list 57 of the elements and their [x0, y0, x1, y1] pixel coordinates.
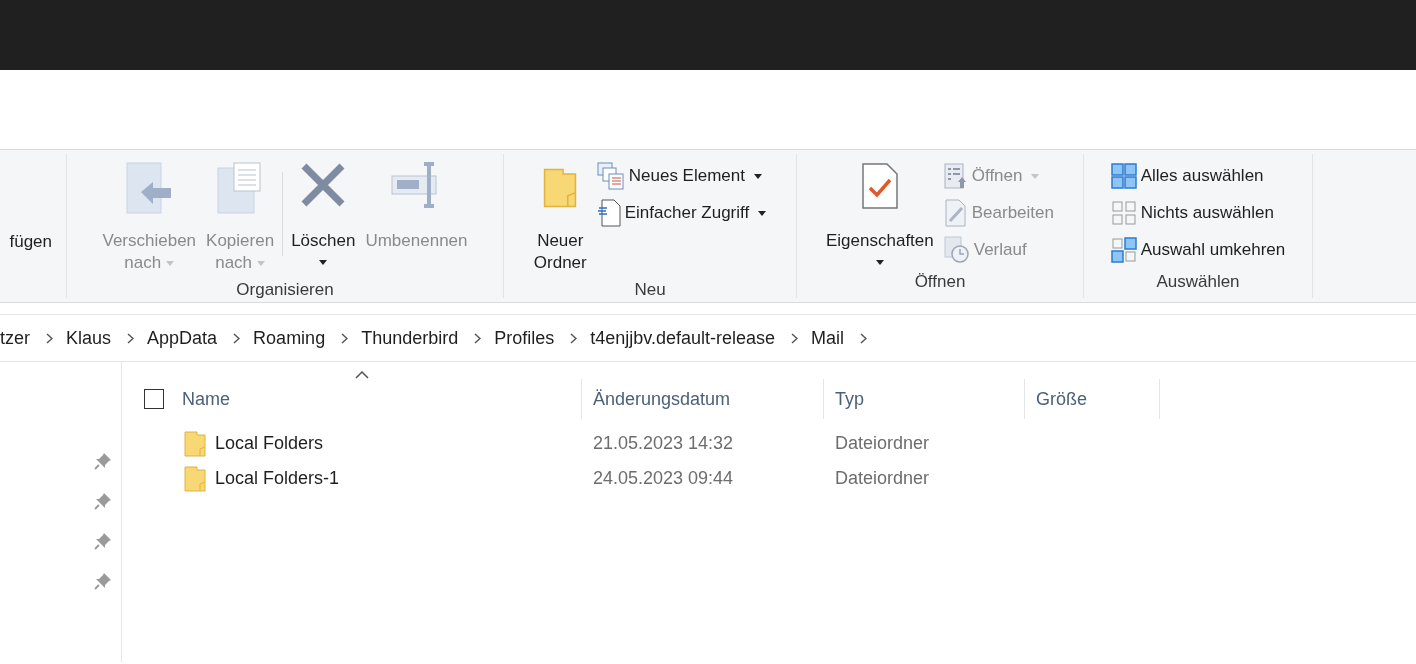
group-label: Öffnen	[913, 271, 967, 293]
column-header[interactable]: Größe	[1036, 388, 1087, 410]
folder-icon	[184, 465, 206, 492]
chevron-icon	[127, 332, 135, 344]
breadcrumb-item[interactable]: Profiles	[494, 327, 555, 349]
paste-button[interactable]: fügen	[7, 232, 54, 252]
column-header[interactable]: Name	[182, 388, 230, 410]
select-all-icon	[1110, 163, 1137, 189]
folder-icon	[184, 430, 206, 457]
page-arrow-icon	[125, 162, 174, 214]
chevron-icon	[341, 332, 349, 344]
select-none-icon	[1110, 200, 1137, 226]
column-header[interactable]: Änderungsdatum	[593, 388, 731, 410]
file-name[interactable]: Local Folders-1	[215, 468, 340, 489]
group-label: Neu	[633, 279, 667, 301]
breadcrumb-item[interactable]: Mail	[811, 327, 845, 349]
chevron-icon	[46, 332, 53, 344]
ribbon-button[interactable]: Neues Element	[594, 160, 769, 192]
file-type: Dateiordner	[835, 433, 930, 453]
file-type: Dateiordner	[835, 468, 930, 488]
select-all-checkbox[interactable]	[144, 389, 164, 409]
column-header[interactable]: Typ	[835, 388, 864, 410]
pin-icon	[94, 572, 112, 590]
invert-selection-icon	[1110, 237, 1137, 263]
checkmark-page-icon	[860, 162, 899, 210]
chevron-icon	[474, 332, 482, 344]
breadcrumb-item[interactable]: Thunderbird	[361, 327, 459, 349]
chevron-icon	[791, 332, 799, 344]
breadcrumb-item[interactable]: tzer	[0, 327, 30, 349]
clock-page-icon	[943, 236, 970, 264]
pencil-page-icon	[943, 199, 968, 227]
ribbon-button[interactable]: Neuer Ordner	[531, 158, 589, 274]
ribbon-button[interactable]: Auswahl umkehren	[1108, 234, 1288, 266]
pin-icon	[94, 492, 112, 510]
modified-date: 21.05.2023 14:32	[593, 433, 734, 453]
breadcrumb-item[interactable]: Roaming	[253, 327, 326, 349]
ribbon-button[interactable]: Löschen	[289, 158, 358, 265]
breadcrumb-item[interactable]: Klaus	[66, 327, 112, 349]
modified-date: 24.05.2023 09:44	[593, 468, 734, 488]
list-page-icon	[943, 163, 968, 189]
page-lines-icon	[596, 199, 621, 227]
breadcrumb-item[interactable]: t4enjjbv.default-release	[590, 327, 776, 349]
chevron-icon	[233, 332, 241, 344]
chevron-icon	[860, 332, 868, 344]
breadcrumb-item[interactable]: AppData	[147, 327, 218, 349]
delete-icon	[300, 162, 347, 208]
new-item-icon	[596, 162, 625, 190]
ribbon-button[interactable]: Nichts auswählen	[1108, 197, 1288, 229]
pin-icon	[94, 532, 112, 550]
group-label: Organisieren	[235, 279, 335, 301]
ribbon-button[interactable]: Einfacher Zugriff	[594, 197, 769, 229]
group-label: Auswählen	[1155, 271, 1241, 293]
pin-icon	[94, 452, 112, 470]
chevron-icon	[570, 332, 578, 344]
file-name[interactable]: Local Folders	[215, 433, 324, 454]
ribbon-button[interactable]: Alles auswählen	[1108, 160, 1288, 192]
ribbon-button[interactable]: Eigenschaften	[824, 158, 936, 265]
